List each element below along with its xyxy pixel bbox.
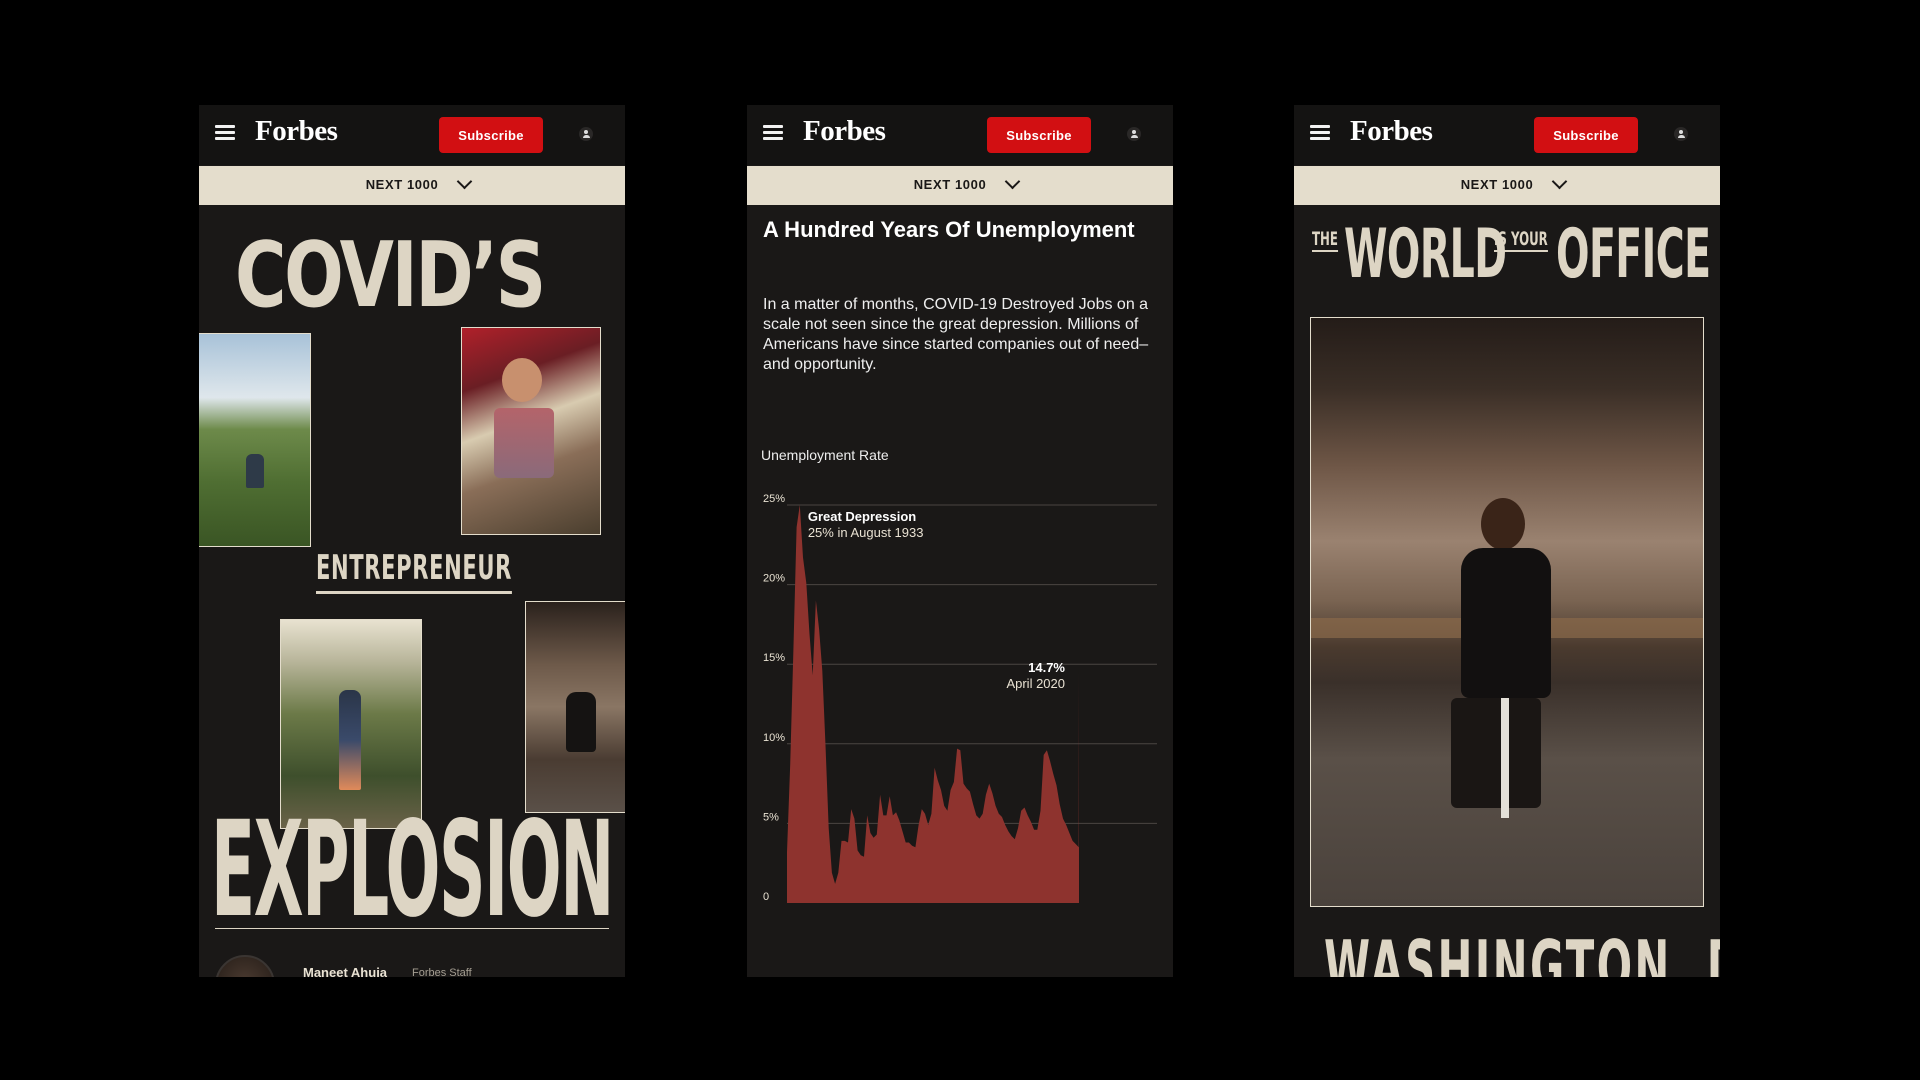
annotation-title: 14.7% <box>1028 660 1065 675</box>
headline-explosion: EXPLOSION <box>211 793 614 947</box>
forbes-logo[interactable]: Forbes <box>255 115 338 148</box>
section-label: NEXT 1000 <box>365 177 439 192</box>
y-tick-label: 20% <box>763 573 785 585</box>
city-heading: WASHINGTON, DC <box>1324 925 1720 977</box>
headline-world: WORLD <box>1344 215 1507 294</box>
top-bar: Forbes Subscribe <box>199 105 625 165</box>
author-role: Forbes Staff <box>412 967 472 977</box>
article-headline: A Hundred Years Of Unemployment <box>763 217 1135 242</box>
article-dek: In a matter of months, COVID-19 Destroye… <box>763 296 1149 373</box>
headline-the: THE <box>1312 228 1338 252</box>
headline-covids: COVID’S <box>235 223 546 328</box>
chart-y-label: Unemployment Rate <box>761 447 889 463</box>
y-tick-label: 15% <box>763 652 785 664</box>
user-icon[interactable] <box>1127 127 1141 141</box>
phone-screen-unemployment: Forbes Subscribe NEXT 1000 A Hundred Yea… <box>747 105 1173 977</box>
section-dropdown[interactable]: NEXT 1000 <box>1294 166 1720 205</box>
forbes-logo[interactable]: Forbes <box>1350 115 1433 148</box>
photo-woman-colorful-backdrop <box>461 327 601 535</box>
top-bar: Forbes Subscribe <box>1294 105 1720 165</box>
photo-man-in-field <box>199 333 311 547</box>
menu-icon[interactable] <box>763 125 783 141</box>
phone-screen-covid-explosion: Forbes Subscribe NEXT 1000 COVID’S ENTRE… <box>199 105 625 977</box>
unemployment-chart: 0 5% 10% 15% 20% 25% Great Depression25% in Au… <box>763 493 1157 903</box>
subscribe-button[interactable]: Subscribe <box>1534 117 1638 153</box>
annotation-text: April 2020 <box>1006 676 1065 691</box>
menu-icon[interactable] <box>1310 125 1330 141</box>
y-tick-label: 5% <box>763 811 779 823</box>
section-dropdown[interactable]: NEXT 1000 <box>199 166 625 205</box>
unemployment-area <box>787 505 1079 903</box>
annotation-title: Great Depression <box>808 509 916 524</box>
annotation-text: 25% in August 1933 <box>808 525 924 540</box>
menu-icon[interactable] <box>215 125 235 141</box>
photo-woman-office-thumbnail <box>525 601 625 813</box>
author-name[interactable]: Maneet Ahuja <box>303 965 387 977</box>
phone-screen-world-office: Forbes Subscribe NEXT 1000 THE WORLD IS … <box>1294 105 1720 977</box>
subscribe-button[interactable]: Subscribe <box>987 117 1091 153</box>
headline-entrepreneur: ENTREPRENEUR <box>316 548 512 594</box>
photo-woman-in-office <box>1310 317 1704 907</box>
y-tick-label: 25% <box>763 493 785 505</box>
headline-is-your: IS YOUR <box>1494 228 1548 252</box>
section-label: NEXT 1000 <box>913 177 987 192</box>
subscribe-button[interactable]: Subscribe <box>439 117 543 153</box>
section-dropdown[interactable]: NEXT 1000 <box>747 166 1173 205</box>
author-avatar[interactable] <box>215 955 275 977</box>
y-tick-label: 10% <box>763 732 785 744</box>
user-icon[interactable] <box>579 127 593 141</box>
top-bar: Forbes Subscribe <box>747 105 1173 165</box>
section-label: NEXT 1000 <box>1460 177 1534 192</box>
forbes-logo[interactable]: Forbes <box>803 115 886 148</box>
user-icon[interactable] <box>1674 127 1688 141</box>
headline-office: OFFICE <box>1556 215 1711 294</box>
divider <box>215 928 609 929</box>
y-tick-label: 0 <box>763 891 769 903</box>
